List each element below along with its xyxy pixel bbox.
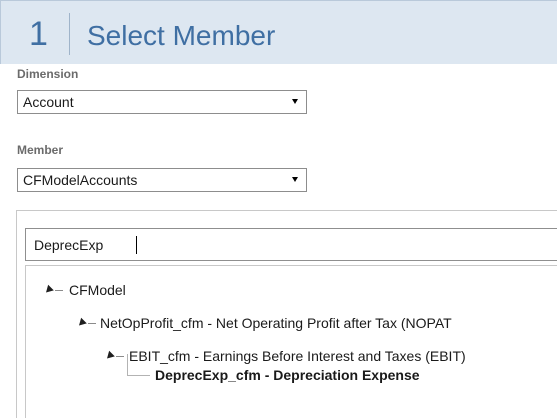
tree-node-label: DeprecExp_cfm - Depreciation Expense — [155, 367, 420, 383]
dimension-select[interactable]: Account — [17, 90, 307, 114]
member-search-box[interactable] — [25, 228, 557, 261]
member-label: Member — [17, 143, 64, 157]
dropdown-arrow-icon — [292, 177, 298, 182]
expanded-triangle-icon[interactable] — [76, 317, 87, 329]
tree-node-cfmodel[interactable]: CFModel — [38, 279, 228, 301]
expanded-triangle-icon[interactable] — [43, 284, 54, 296]
dropdown-arrow-icon — [292, 99, 298, 104]
dimension-select-value: Account — [23, 94, 74, 110]
member-select[interactable]: CFModelAccounts — [17, 168, 307, 192]
tree-connector — [55, 290, 63, 291]
member-select-value: CFModelAccounts — [23, 172, 138, 188]
header-divider — [69, 13, 70, 55]
tree-node-label: CFModel — [69, 282, 126, 298]
member-tree: CFModel NetOpProfit_cfm - Net Operating … — [25, 265, 557, 418]
text-cursor — [136, 236, 137, 254]
page-title: Select Member — [87, 20, 276, 51]
header-bar: 1 Select Member — [0, 0, 557, 64]
tree-node-netopprofit[interactable]: NetOpProfit_cfm - Net Operating Profit a… — [71, 312, 557, 334]
leaf-vertical-connector — [127, 354, 128, 375]
member-search-input[interactable] — [34, 235, 434, 255]
tree-node-label: NetOpProfit_cfm - Net Operating Profit a… — [100, 315, 452, 331]
tree-connector — [116, 356, 124, 357]
tree-connector — [88, 323, 96, 324]
dimension-label: Dimension — [17, 67, 79, 81]
tree-node-deprecexp[interactable]: DeprecExp_cfm - Depreciation Expense — [155, 364, 557, 386]
leaf-horizontal-connector — [127, 375, 150, 376]
expanded-triangle-icon[interactable] — [104, 350, 115, 362]
step-number: 1 — [29, 15, 48, 53]
select-member-dialog: 1 Select Member Dimension Account Member… — [0, 0, 557, 418]
